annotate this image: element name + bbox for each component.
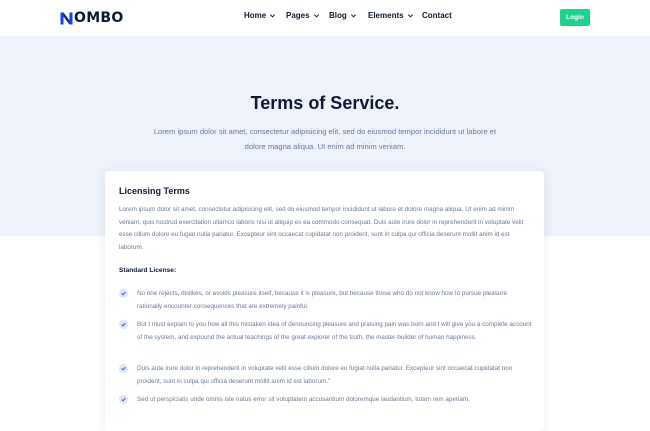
- nav-item-label: Pages: [286, 11, 310, 20]
- check-icon: [119, 320, 128, 329]
- hero-subtitle: Lorem ipsum dolor sit amet, consectetur …: [153, 127, 497, 151]
- nav-item-label: Home: [244, 11, 267, 20]
- nav-item-contact[interactable]: Contact: [422, 11, 452, 20]
- chevron-down-icon: [407, 14, 413, 18]
- check-icon: [119, 364, 128, 373]
- card-title: Licensing Terms: [119, 186, 190, 196]
- standard-license-label: Standard License:: [119, 267, 177, 274]
- card-paragraph: Lorem ipsum dolor sit amet, consectetur …: [119, 206, 524, 251]
- main-nav: Home Pages Blog Elements Contact: [0, 11, 650, 25]
- chevron-down-icon: [270, 14, 276, 18]
- check-icon: [119, 289, 128, 298]
- page-title: Terms of Service.: [250, 93, 400, 113]
- nav-item-pages[interactable]: Pages: [286, 11, 320, 20]
- chevron-down-icon: [313, 14, 319, 18]
- list-item-text: Sed ut perspiciatis unde omnis iste natu…: [137, 396, 470, 403]
- site-header: OMBO Home Pages Blog Elements Contact Lo…: [0, 0, 650, 36]
- nav-item-home[interactable]: Home: [244, 11, 276, 20]
- list-item-text: Duis aute irure dolor in reprehenderit i…: [137, 365, 513, 385]
- licensing-card: Licensing Terms Lorem ipsum dolor sit am…: [105, 171, 544, 431]
- chevron-down-icon: [350, 14, 356, 18]
- list-item-text: But I must explain to you how all this m…: [137, 321, 532, 341]
- check-icon: [119, 395, 128, 404]
- nav-item-label: Elements: [368, 11, 404, 20]
- list-item-text: No one rejects, dislikes, or avoids plea…: [137, 290, 507, 310]
- nav-item-blog[interactable]: Blog: [329, 11, 357, 20]
- nav-item-label: Contact: [422, 11, 452, 20]
- nav-item-label: Blog: [329, 11, 347, 20]
- login-button[interactable]: Login: [560, 9, 590, 26]
- nav-item-elements[interactable]: Elements: [368, 11, 414, 20]
